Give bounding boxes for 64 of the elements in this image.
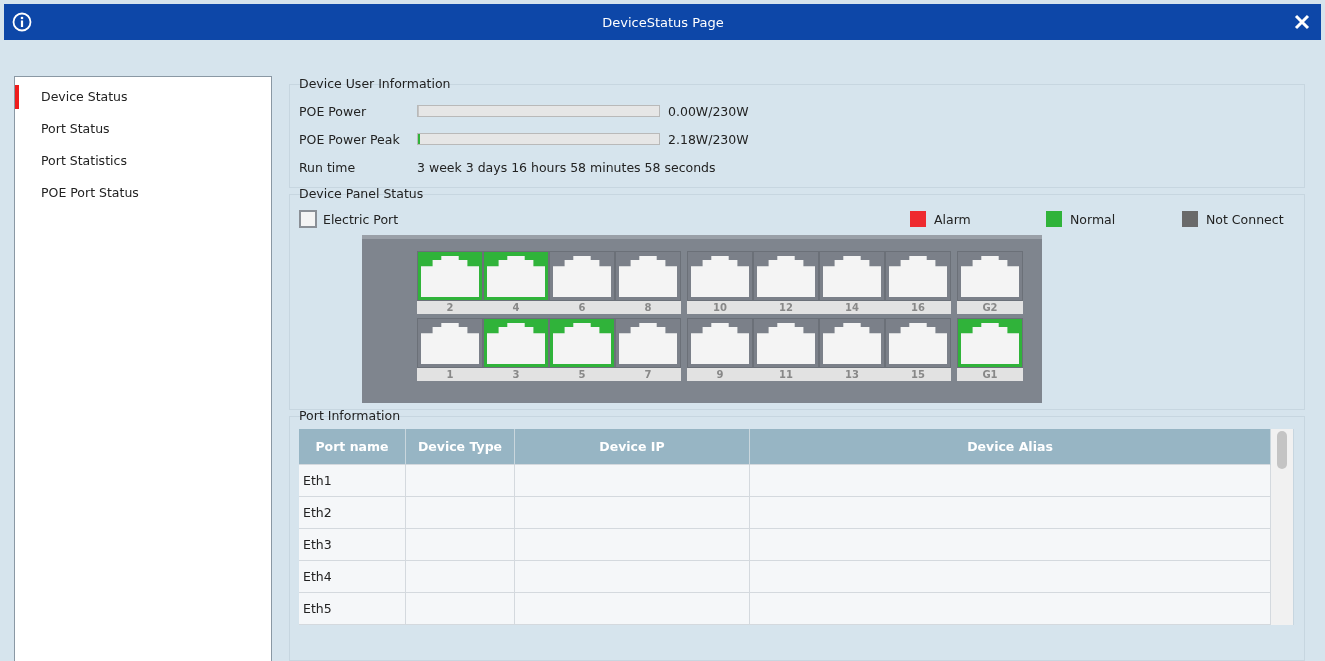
legend-label: Not Connect — [1206, 211, 1284, 227]
table-cell: Eth5 — [299, 592, 406, 625]
ethernet-port[interactable] — [687, 251, 753, 301]
port-number: 1 — [417, 368, 483, 381]
port-number: 6 — [549, 301, 615, 314]
scroll-thumb[interactable] — [1277, 431, 1287, 469]
run-time-label: Run time — [299, 159, 357, 175]
port-number: 8 — [615, 301, 681, 314]
ethernet-port[interactable] — [417, 318, 483, 368]
ethernet-port[interactable] — [885, 318, 951, 368]
port-number: 7 — [615, 368, 681, 381]
table-cell: Eth1 — [299, 464, 406, 497]
ethernet-port[interactable] — [957, 251, 1023, 301]
meter-reading: 2.18W/230W — [668, 131, 749, 147]
port-number: 5 — [549, 368, 615, 381]
meter-reading: 0.00W/230W — [668, 103, 749, 119]
section-title: Port Information — [299, 408, 402, 423]
ethernet-port[interactable] — [819, 318, 885, 368]
port-number: 2 — [417, 301, 483, 314]
ethernet-port[interactable] — [753, 318, 819, 368]
scrollbar[interactable] — [1271, 429, 1293, 625]
sidebar-item[interactable]: Port Status — [15, 117, 271, 141]
ethernet-port[interactable] — [615, 251, 681, 301]
legend-label: Alarm — [934, 211, 971, 227]
table-cell: Eth4 — [299, 560, 406, 593]
section-title: Device Panel Status — [299, 186, 425, 201]
meter-label: POE Power — [299, 103, 368, 119]
ethernet-port[interactable] — [819, 251, 885, 301]
ethernet-port[interactable] — [417, 251, 483, 301]
port-number: 12 — [753, 301, 819, 314]
ethernet-port[interactable] — [615, 318, 681, 368]
info-icon[interactable] — [12, 12, 32, 32]
run-time-value: 3 week 3 days 16 hours 58 minutes 58 seconds — [417, 159, 716, 175]
sidebar-item[interactable]: Port Statistics — [15, 149, 271, 173]
section-title: Device User Information — [299, 76, 452, 91]
legend-label: Electric Port — [323, 211, 399, 227]
port-icon — [299, 210, 317, 228]
table-cell: Eth2 — [299, 496, 406, 529]
sidebar-item[interactable]: Device Status — [15, 85, 271, 109]
port-number: 11 — [753, 368, 819, 381]
window-title: DeviceStatus Page — [601, 14, 725, 30]
ethernet-port[interactable] — [753, 251, 819, 301]
ethernet-port[interactable] — [549, 318, 615, 368]
ethernet-port[interactable] — [483, 318, 549, 368]
ethernet-port[interactable] — [957, 318, 1023, 368]
sidebar-item[interactable]: POE Port Status — [15, 181, 271, 205]
close-icon[interactable] — [1294, 14, 1310, 30]
port-number: 14 — [819, 301, 885, 314]
port-number: 15 — [885, 368, 951, 381]
port-number: 4 — [483, 301, 549, 314]
port-number: 3 — [483, 368, 549, 381]
ethernet-port[interactable] — [549, 251, 615, 301]
port-number: G1 — [957, 368, 1023, 381]
ethernet-port[interactable] — [687, 318, 753, 368]
port-number: G2 — [957, 301, 1023, 314]
port-number: 16 — [885, 301, 951, 314]
table-cell: Eth3 — [299, 528, 406, 561]
meter-label: POE Power Peak — [299, 131, 401, 147]
port-number: 10 — [687, 301, 753, 314]
ethernet-port[interactable] — [483, 251, 549, 301]
ethernet-port[interactable] — [885, 251, 951, 301]
port-number: 13 — [819, 368, 885, 381]
legend-label: Normal — [1070, 211, 1116, 227]
port-number: 9 — [687, 368, 753, 381]
